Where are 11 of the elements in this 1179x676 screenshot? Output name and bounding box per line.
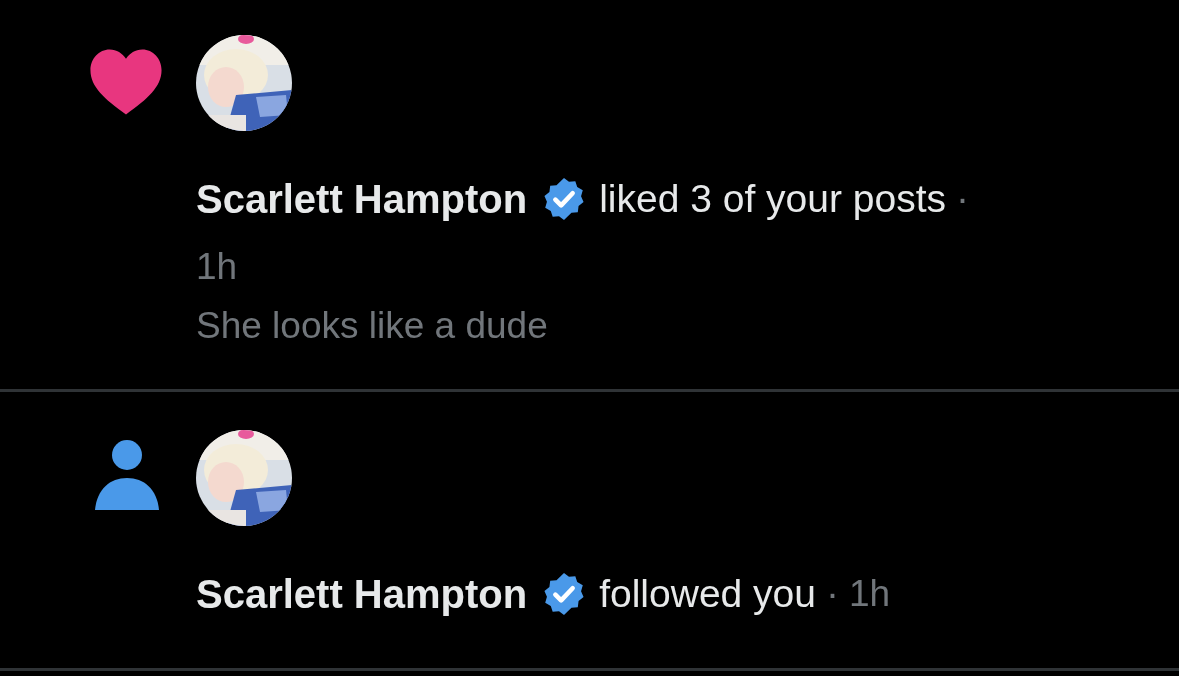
post-text: She looks like a dude	[196, 305, 548, 347]
notification-text: liked 3 of your posts	[599, 176, 947, 222]
user-name[interactable]: Scarlett Hampton	[196, 175, 528, 223]
timestamp: 1h	[196, 245, 238, 289]
timestamp: 1h	[849, 572, 891, 616]
heart-icon	[88, 48, 164, 116]
person-icon	[95, 440, 159, 510]
notification-text: followed you	[599, 571, 816, 617]
separator-dot: ·	[826, 571, 839, 617]
user-name[interactable]: Scarlett Hampton	[196, 570, 528, 618]
separator-dot: ·	[956, 176, 970, 222]
